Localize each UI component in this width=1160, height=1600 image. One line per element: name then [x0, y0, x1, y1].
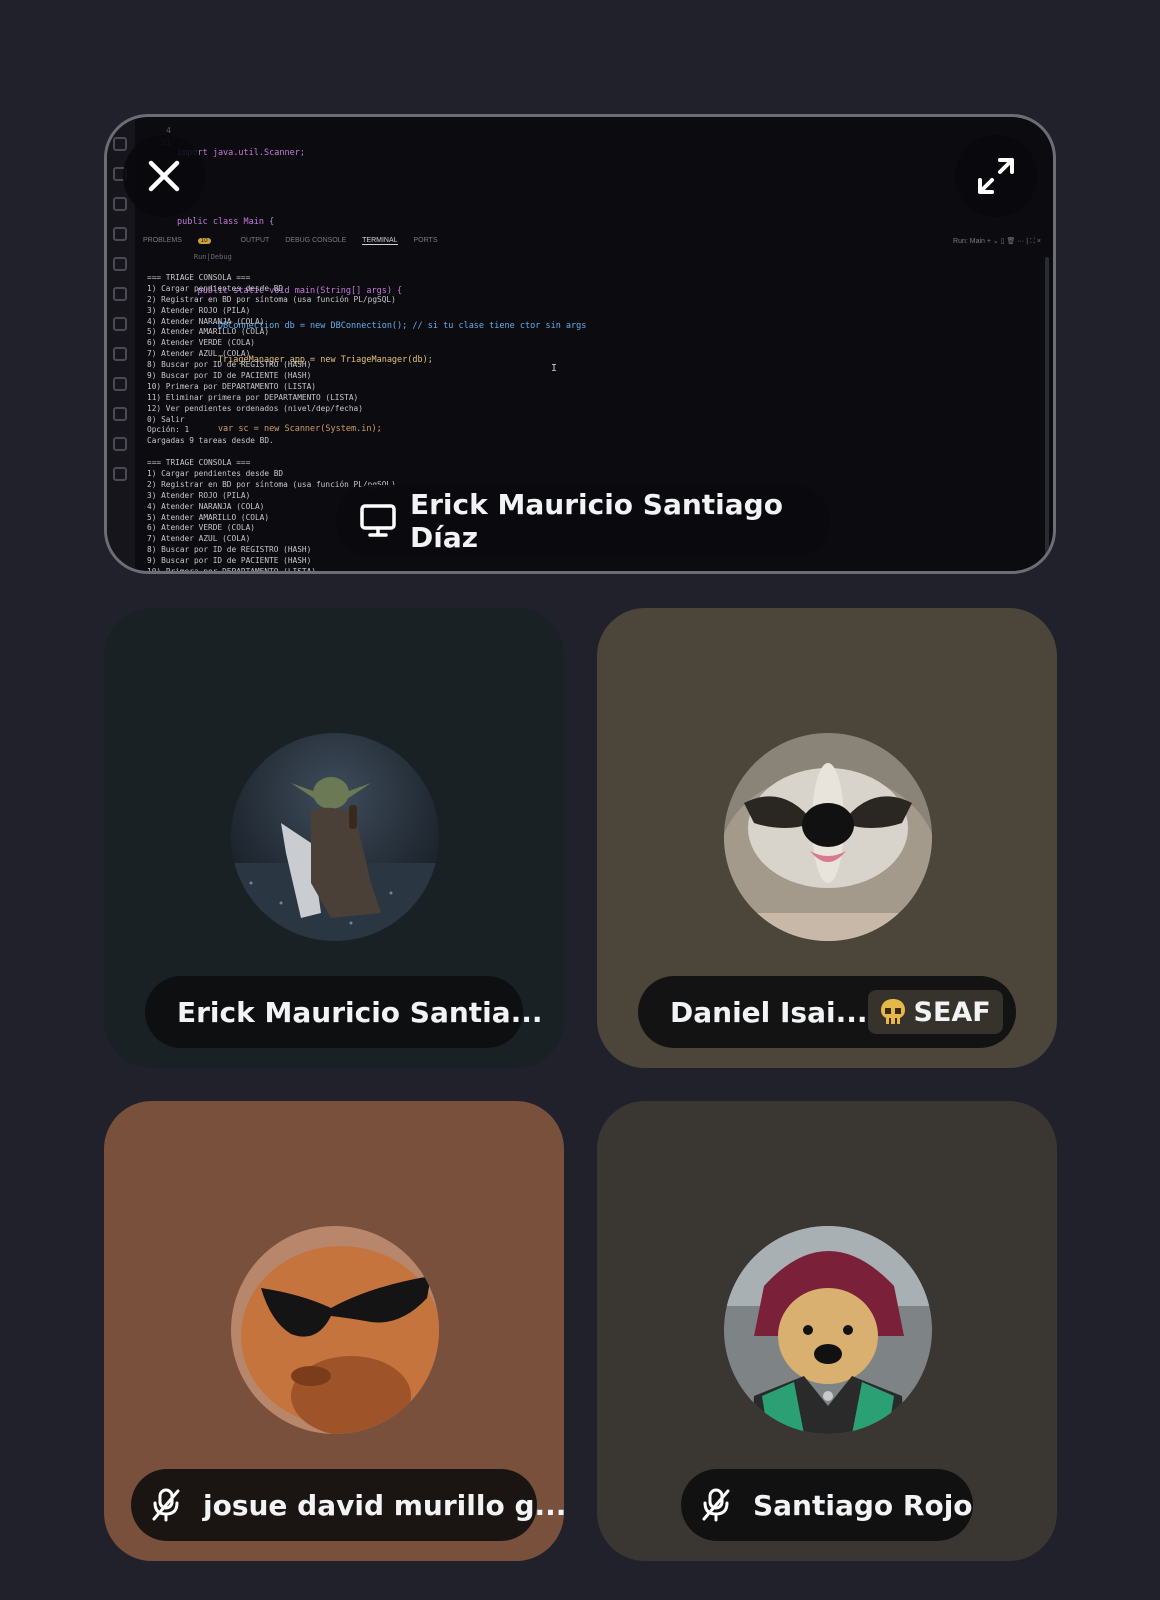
- mic-off-icon: [152, 1488, 180, 1522]
- panel-tabs: PROBLEMS 10 OUTPUT DEBUG CONSOLE TERMINA…: [143, 237, 1043, 251]
- fullscreen-button[interactable]: [955, 135, 1037, 217]
- database-icon: [113, 407, 127, 421]
- terminal-line: 2) Registrar en BD por síntoma (usa func…: [147, 294, 396, 304]
- edge-icon: [113, 347, 127, 361]
- testing-icon: [113, 257, 127, 271]
- terminal-line: 9) Buscar por ID de PACIENTE (HASH): [147, 371, 312, 381]
- terminal-line: 11) Eliminar primera por DEPARTAMENTO (L…: [147, 392, 359, 402]
- terminal-line: 8) Buscar por ID de REGISTRO (HASH): [147, 360, 312, 370]
- problems-count-badge: 10: [197, 238, 211, 244]
- tab-ports: PORTS: [413, 237, 438, 244]
- participant-name: Erick Mauricio Santia...: [177, 995, 543, 1029]
- terminal-scrollbar: [1045, 257, 1049, 557]
- screen-share-stream[interactable]: 4 11 import java.util.Scanner; public cl…: [104, 114, 1056, 574]
- participant-name-pill: Santiago Rojo: [681, 1469, 973, 1541]
- terminal-line: === TRIAGE CONSOLA ===: [147, 273, 251, 282]
- remote-explorer-icon: [113, 227, 127, 241]
- run-label: Run: Main: [953, 238, 985, 245]
- terminal-line: Cargadas 9 tareas desde BD.: [147, 436, 274, 446]
- explorer-icon: [113, 137, 127, 151]
- expand-icon: [978, 158, 1014, 194]
- terminal-line: 0) Salir: [147, 414, 185, 424]
- tab-label: PROBLEMS: [143, 237, 182, 244]
- tab-terminal: TERMINAL: [362, 237, 398, 245]
- mic-off-icon: [702, 1488, 730, 1522]
- participant-tile[interactable]: Daniel Isai... SEAF: [597, 608, 1057, 1068]
- terminal-line: 5) Atender AMARILLO (COLA): [147, 327, 270, 337]
- terminal-actions: Run: Main + ⌄ ▯ 🗑 ··· | ⛶ ×: [953, 238, 1041, 245]
- participant-name-pill: josue david murillo g...: [131, 1469, 564, 1541]
- terminal-line: 9) Buscar por ID de PACIENTE (HASH): [147, 556, 312, 566]
- avatar: [231, 1226, 439, 1434]
- server-tag: SEAF: [867, 990, 1003, 1034]
- close-icon: [148, 160, 180, 192]
- participant-name: josue david murillo g...: [203, 1488, 564, 1522]
- git-graph-icon: [113, 437, 127, 451]
- participant-name-pill: Daniel Isai... SEAF: [638, 976, 1016, 1048]
- avatar: [724, 733, 932, 941]
- code-line: public class Main {: [177, 217, 275, 227]
- avatar: [724, 1226, 932, 1434]
- code-line: import java.util.Scanner;: [177, 148, 305, 158]
- terminal-line: 7) Atender AZUL (COLA): [147, 349, 251, 359]
- monitor-icon: [360, 504, 396, 537]
- participant-tile[interactable]: Santiago Rojo: [597, 1101, 1057, 1561]
- terminal-line: 1) Cargar pendientes desde BD: [147, 469, 284, 479]
- tab-problems: PROBLEMS 10: [143, 237, 225, 244]
- tab-debug-console: DEBUG CONSOLE: [285, 237, 347, 244]
- participant-name: Santiago Rojo: [753, 1488, 973, 1522]
- text-cursor-icon: I: [551, 363, 558, 374]
- terminal-line: === TRIAGE CONSOLA ===: [147, 458, 251, 468]
- containers-icon: [113, 377, 127, 391]
- skull-icon: [880, 999, 905, 1024]
- code-lens: Run|Debug: [177, 252, 232, 261]
- terminal-line: 6) Atender VERDE (COLA): [147, 338, 255, 348]
- avatar: [231, 733, 439, 941]
- timeline-icon: [113, 317, 127, 331]
- stream-presenter-label: Erick Mauricio Santiago Díaz: [336, 485, 830, 557]
- source-control-icon: [113, 287, 127, 301]
- terminal-line: 10) Primera por DEPARTAMENTO (LISTA): [147, 567, 316, 574]
- tag-label: SEAF: [913, 996, 991, 1028]
- python-icon: [113, 467, 127, 481]
- terminal-line: 4) Atender NARANJA (COLA): [147, 316, 265, 326]
- terminal-line: 3) Atender ROJO (PILA): [147, 305, 251, 315]
- presenter-name: Erick Mauricio Santiago Díaz: [410, 488, 783, 554]
- terminal-line: Opción: 1: [147, 425, 190, 435]
- terminal-line: 1) Cargar pendientes desde BD: [147, 283, 284, 293]
- tab-output: OUTPUT: [240, 237, 270, 244]
- participant-name-pill: Erick Mauricio Santia...: [145, 976, 543, 1048]
- participant-tile[interactable]: Erick Mauricio Santia...: [104, 608, 564, 1068]
- participant-name: Daniel Isai...: [670, 995, 868, 1029]
- terminal-line: 10) Primera por DEPARTAMENTO (LISTA): [147, 381, 316, 391]
- close-stream-button[interactable]: [123, 135, 205, 217]
- participant-tile[interactable]: josue david murillo g...: [104, 1101, 564, 1561]
- extensions-icon: [113, 197, 127, 211]
- terminal-line: 12) Ver pendientes ordenados (nivel/dep/…: [147, 403, 363, 413]
